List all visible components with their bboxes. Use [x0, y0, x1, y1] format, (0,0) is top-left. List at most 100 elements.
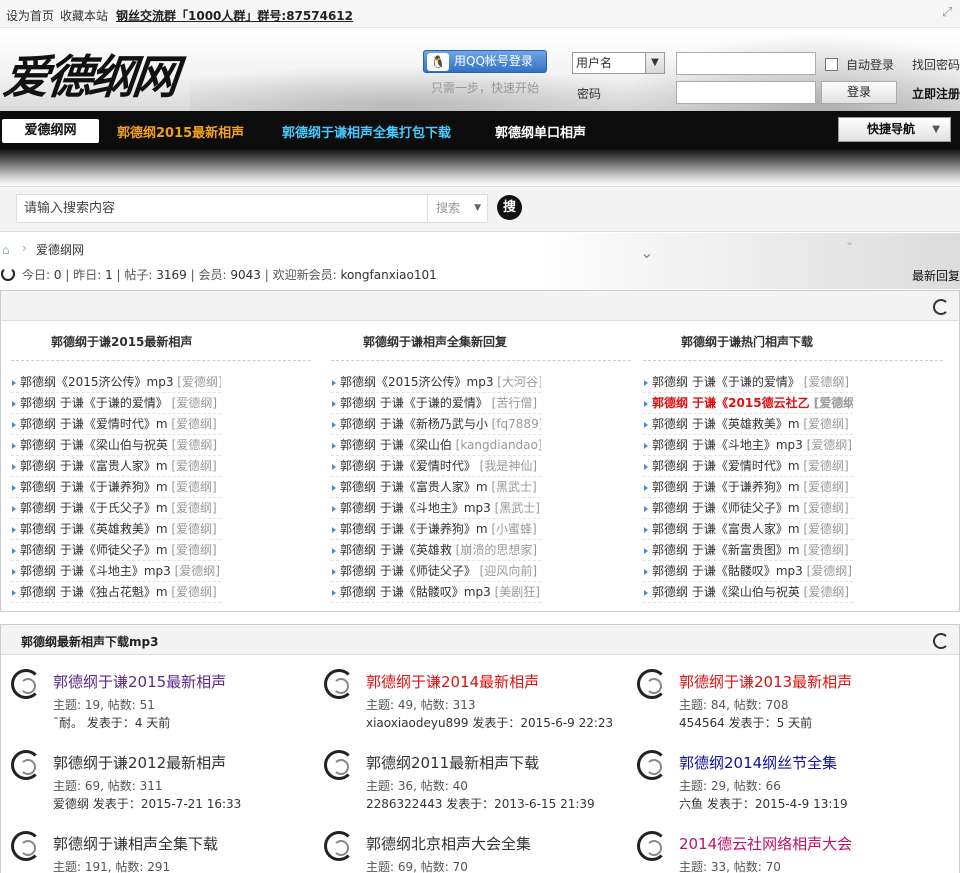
- thread-author[interactable]: [爱德纲]: [800, 480, 848, 494]
- find-password-link[interactable]: 找回密码: [912, 56, 960, 73]
- thread-title[interactable]: 郭德纲《2015济公传》mp3: [20, 375, 173, 389]
- thread-title[interactable]: 郭德纲 于谦《骷髅叹》mp3: [652, 564, 803, 578]
- site-logo[interactable]: 爱德纲网: [1, 41, 180, 107]
- list-item[interactable]: 郭德纲 于谦《于谦的爱情》 [爱德纲]: [643, 372, 853, 393]
- bookmark-link[interactable]: 收藏本站: [60, 7, 108, 24]
- list-item[interactable]: 郭德纲 于谦《师徒父子》 [迎风向前]: [331, 561, 541, 582]
- thread-author[interactable]: [爱德纲]: [800, 522, 848, 536]
- thread-author[interactable]: [爱德纲]: [168, 543, 216, 557]
- thread-title[interactable]: 郭德纲 于谦《梁山伯: [340, 438, 452, 452]
- thread-author[interactable]: [爱德纲]: [173, 375, 221, 389]
- forum-last-post[interactable]: 爱德纲 发表于：2015-7-21 16:33: [53, 795, 241, 812]
- forum-last-post[interactable]: 454564 发表于：5 天前: [679, 714, 812, 731]
- list-item[interactable]: 郭德纲 于谦《骷髅叹》mp3 [爱德纲]: [643, 561, 853, 582]
- list-item[interactable]: 郭德纲 于谦《斗地主》mp3 [黑武士]: [331, 498, 541, 519]
- thread-title[interactable]: 郭德纲 于谦《独占花魁》m: [20, 585, 168, 599]
- thread-author[interactable]: [爱德纲]: [168, 501, 216, 515]
- forum-icon[interactable]: [11, 669, 41, 699]
- list-item[interactable]: 郭德纲 于谦《爱情时代》m [爱德纲]: [643, 456, 853, 477]
- forum-name-link[interactable]: 郭德纲2011最新相声下载: [366, 752, 539, 773]
- nav-item-download[interactable]: 郭德纲于谦相声全集打包下载: [282, 122, 451, 141]
- thread-title[interactable]: 郭德纲 于谦《师徒父子》m: [652, 501, 800, 515]
- thread-author[interactable]: [美剧狂]: [491, 585, 540, 599]
- thread-title[interactable]: 郭德纲 于谦《于氏父子》m: [20, 501, 168, 515]
- auto-login-checkbox[interactable]: [825, 58, 838, 71]
- list-item[interactable]: 郭德纲 于谦《爱情时代》m [爱德纲]: [11, 414, 221, 435]
- search-input[interactable]: 请输入搜索内容: [16, 194, 428, 223]
- forum-name-link[interactable]: 郭德纲于谦2012最新相声: [53, 752, 226, 773]
- username-type-select[interactable]: 用户名 ▼: [572, 52, 665, 74]
- set-home-link[interactable]: 设为首页: [6, 7, 54, 24]
- thread-author[interactable]: [kangdiandao]: [452, 438, 541, 452]
- list-item[interactable]: 郭德纲 于谦《于谦的爱情》 [爱德纲]: [11, 393, 221, 414]
- forum-icon[interactable]: [324, 831, 354, 861]
- thread-title[interactable]: 郭德纲 于谦《师徒父子》: [340, 564, 476, 578]
- thread-title[interactable]: 郭德纲 于谦《于谦的爱情》: [20, 396, 168, 410]
- thread-author[interactable]: [爱德纲]: [800, 543, 848, 557]
- thread-title[interactable]: 郭德纲 于谦《于谦的爱情》: [340, 396, 488, 410]
- latest-reply-link[interactable]: 最新回复: [912, 267, 960, 284]
- thread-author[interactable]: [爱德纲]: [803, 564, 852, 578]
- thread-author[interactable]: [爱德纲]: [810, 396, 853, 410]
- thread-author[interactable]: [黑武士]: [488, 480, 536, 494]
- thread-title[interactable]: 郭德纲 于谦《于谦的爱情》: [652, 375, 800, 389]
- thread-title[interactable]: 郭德纲 于谦《于谦养狗》m: [20, 480, 168, 494]
- thread-title[interactable]: 郭德纲 于谦《梁山伯与祝英: [652, 585, 800, 599]
- thread-title[interactable]: 郭德纲 于谦《新杨乃武与小: [340, 417, 488, 431]
- thread-title[interactable]: 郭德纲《2015济公传》mp3: [340, 375, 493, 389]
- thread-author[interactable]: [爱德纲]: [168, 585, 216, 599]
- list-item[interactable]: 郭德纲 于谦《于谦养狗》m [爱德纲]: [643, 477, 853, 498]
- username-input[interactable]: [676, 52, 816, 75]
- forum-last-post[interactable]: ˉ耐。 发表于：4 天前: [53, 714, 170, 731]
- thread-title[interactable]: 郭德纲 于谦《2015德云社乙: [652, 396, 810, 410]
- forum-icon[interactable]: [637, 750, 667, 780]
- list-item[interactable]: 郭德纲 于谦《英雄救美》m [爱德纲]: [643, 414, 853, 435]
- list-item[interactable]: 郭德纲 于谦《骷髅叹》mp3 [美剧狂]: [331, 582, 541, 603]
- forum-name-link[interactable]: 郭德纲于谦2015最新相声: [53, 671, 226, 692]
- thread-title[interactable]: 郭德纲 于谦《爱情时代》: [340, 459, 476, 473]
- search-type-select[interactable]: 搜索 ▼: [427, 194, 488, 223]
- thread-title[interactable]: 郭德纲 于谦《富贵人家》m: [20, 459, 168, 473]
- list-item[interactable]: 郭德纲《2015济公传》mp3 [大河谷]: [331, 372, 541, 393]
- thread-title[interactable]: 郭德纲 于谦《斗地主》mp3: [652, 438, 803, 452]
- list-item[interactable]: 郭德纲 于谦《富贵人家》m [黑武士]: [331, 477, 541, 498]
- forum-last-post[interactable]: xiaoxiaodeyu899 发表于：2015-6-9 22:23: [366, 714, 613, 731]
- forum-name-link[interactable]: 郭德纲北京相声大会全集: [366, 833, 531, 854]
- thread-title[interactable]: 郭德纲 于谦《梁山伯与祝英: [20, 438, 168, 452]
- thread-author[interactable]: [爱德纲]: [800, 501, 848, 515]
- forum-name-link[interactable]: 郭德纲于谦2014最新相声: [366, 671, 539, 692]
- list-item[interactable]: 郭德纲 于谦《斗地主》mp3 [爱德纲]: [643, 435, 853, 456]
- thread-author[interactable]: [迎风向前]: [476, 564, 537, 578]
- thread-title[interactable]: 郭德纲 于谦《富贵人家》m: [340, 480, 488, 494]
- list-item[interactable]: 郭德纲 于谦《富贵人家》m [爱德纲]: [643, 519, 853, 540]
- list-item[interactable]: 郭德纲 于谦《梁山伯与祝英 [爱德纲]: [11, 435, 221, 456]
- forum-last-post[interactable]: 2286322443 发表于：2013-6-15 21:39: [366, 795, 595, 812]
- thread-title[interactable]: 郭德纲 于谦《英雄救美》m: [20, 522, 168, 536]
- expand-icon[interactable]: ⤢: [942, 6, 956, 20]
- breadcrumb[interactable]: 爱德纲网: [36, 241, 84, 258]
- thread-title[interactable]: 郭德纲 于谦《于谦养狗》m: [652, 480, 800, 494]
- forum-icon[interactable]: [637, 831, 667, 861]
- thread-author[interactable]: [爱德纲]: [168, 396, 217, 410]
- forum-name-link[interactable]: 郭德纲于谦2013最新相声: [679, 671, 852, 692]
- list-item[interactable]: 郭德纲 于谦《独占花魁》m [爱德纲]: [11, 582, 221, 603]
- thread-author[interactable]: [爱德纲]: [800, 585, 849, 599]
- thread-title[interactable]: 郭德纲 于谦《英雄救美》m: [652, 417, 800, 431]
- thread-author[interactable]: [爱德纲]: [168, 480, 216, 494]
- forum-icon[interactable]: [324, 750, 354, 780]
- newest-member-link[interactable]: kongfanxiao101: [340, 268, 436, 282]
- list-item[interactable]: 郭德纲 于谦《富贵人家》m [爱德纲]: [11, 456, 221, 477]
- forum-icon[interactable]: [637, 669, 667, 699]
- thread-title[interactable]: 郭德纲 于谦《斗地主》mp3: [20, 564, 171, 578]
- thread-title[interactable]: 郭德纲 于谦《新富贵图》m: [652, 543, 800, 557]
- thread-author[interactable]: [爱德纲]: [800, 375, 849, 389]
- thread-author[interactable]: [爱德纲]: [800, 417, 848, 431]
- forum-last-post[interactable]: 六鱼 发表于：2015-4-9 13:19: [679, 795, 848, 812]
- list-item[interactable]: 郭德纲 于谦《斗地主》mp3 [爱德纲]: [11, 561, 221, 582]
- register-link[interactable]: 立即注册: [912, 85, 960, 102]
- nav-home[interactable]: 爱德纲网: [2, 119, 99, 143]
- search-button[interactable]: 搜: [497, 195, 522, 220]
- list-item[interactable]: 郭德纲《2015济公传》mp3 [爱德纲]: [11, 372, 221, 393]
- list-item[interactable]: 郭德纲 于谦《2015德云社乙 [爱德纲]: [643, 393, 853, 414]
- list-item[interactable]: 郭德纲 于谦《新富贵图》m [爱德纲]: [643, 540, 853, 561]
